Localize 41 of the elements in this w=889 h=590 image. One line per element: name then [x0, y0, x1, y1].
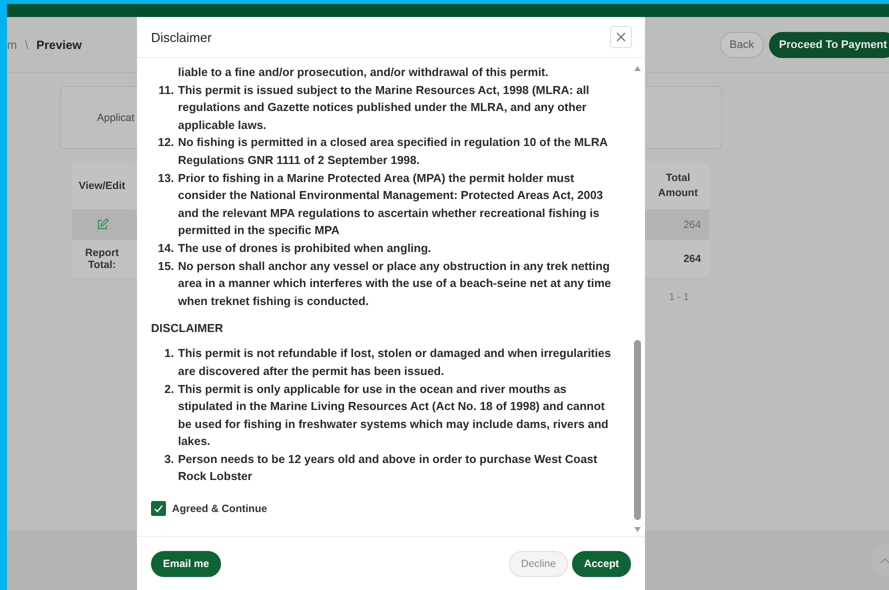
section-heading: DISCLAIMER	[151, 322, 224, 336]
chevron-up-icon	[880, 556, 889, 564]
column-header: Total Amount	[657, 171, 699, 201]
edit-icon[interactable]	[96, 218, 108, 231]
item-number: 15.	[156, 258, 175, 275]
column-header: View/Edit	[78, 180, 126, 192]
pagination-text: 1 - 1	[668, 292, 689, 303]
condition-text: liable to a fine and/or prosecution, and/or withdrawal of this permit.	[178, 65, 550, 81]
condition-text: The use of drones is prohibited when angling.	[178, 240, 432, 257]
table-cell-text: 264	[682, 253, 702, 265]
email-button[interactable]: Email me	[151, 550, 222, 576]
condition-text: This permit is issued subject to the Marine Resources Act, 1998 (MLRA: all regulations and Gazette notices published under the MLRA, and any other applicable laws.	[178, 82, 590, 134]
scroll-up-arrow-icon[interactable]	[634, 66, 640, 71]
proceed-button[interactable]: Proceed To Payment	[769, 32, 889, 58]
condition-text: Prior to fishing in a Marine Protected Area (MPA) the permit holder must consider the National Environmental Management: Protected Areas Act, 2003 and the relevant MPA regulations to ascertain whether recreational fishing is permitted in the specific MPA	[178, 170, 604, 240]
breadcrumb-separator: \	[25, 38, 28, 52]
scroll-down-arrow-icon[interactable]	[634, 527, 640, 532]
disclaimer-text: This permit is only applicable for use in the ocean and river mouths as stipulated in the Marine Living Resources Act (Act No. 18 of 1998) and cannot be used for fishing in freshwater systems which may include dams, rivers and lakes.	[178, 382, 610, 450]
accept-button[interactable]: Accept	[572, 550, 631, 576]
close-button[interactable]	[610, 26, 632, 48]
item-number: 1.	[163, 346, 175, 362]
item-number: 2.	[163, 382, 175, 398]
back-button[interactable]: Back	[720, 32, 764, 58]
item-number: 11.	[158, 82, 175, 99]
checkbox-label: Agreed & Continue	[172, 502, 268, 514]
table-cell-text: Report Total:	[84, 247, 120, 271]
agree-checkbox[interactable]	[151, 501, 166, 516]
condition-text: No fishing is permitted in a closed area specified in regulation 10 of the MLRA Regulations GNR 1111 of 2 September 1998.	[178, 135, 608, 169]
disclaimer-text: Person needs to be 12 years old and above in order to purchase West Coast Rock Lobster	[178, 452, 598, 486]
dialog-title: Disclaimer	[151, 30, 212, 44]
item-number: 13.	[156, 170, 175, 187]
item-number: 12.	[156, 135, 175, 152]
card-text: Applicat	[97, 112, 134, 124]
breadcrumb-item[interactable]: Preview	[36, 38, 82, 52]
disclaimer-text: This permit is not refundable if lost, stolen or damaged and when irregularities are discovered after the permit has been issued.	[178, 346, 612, 380]
table-cell-text: 264	[682, 218, 702, 230]
close-icon	[616, 32, 626, 42]
checkmark-icon	[153, 503, 164, 514]
item-number: 3.	[163, 452, 175, 468]
condition-text: No person shall anchor any vessel or place any obstruction in any trek netting area in a manner which interferes with the use of a beach-seine net at any time when treknet fishing is conducted.	[178, 258, 612, 310]
item-number: 14.	[156, 240, 175, 257]
